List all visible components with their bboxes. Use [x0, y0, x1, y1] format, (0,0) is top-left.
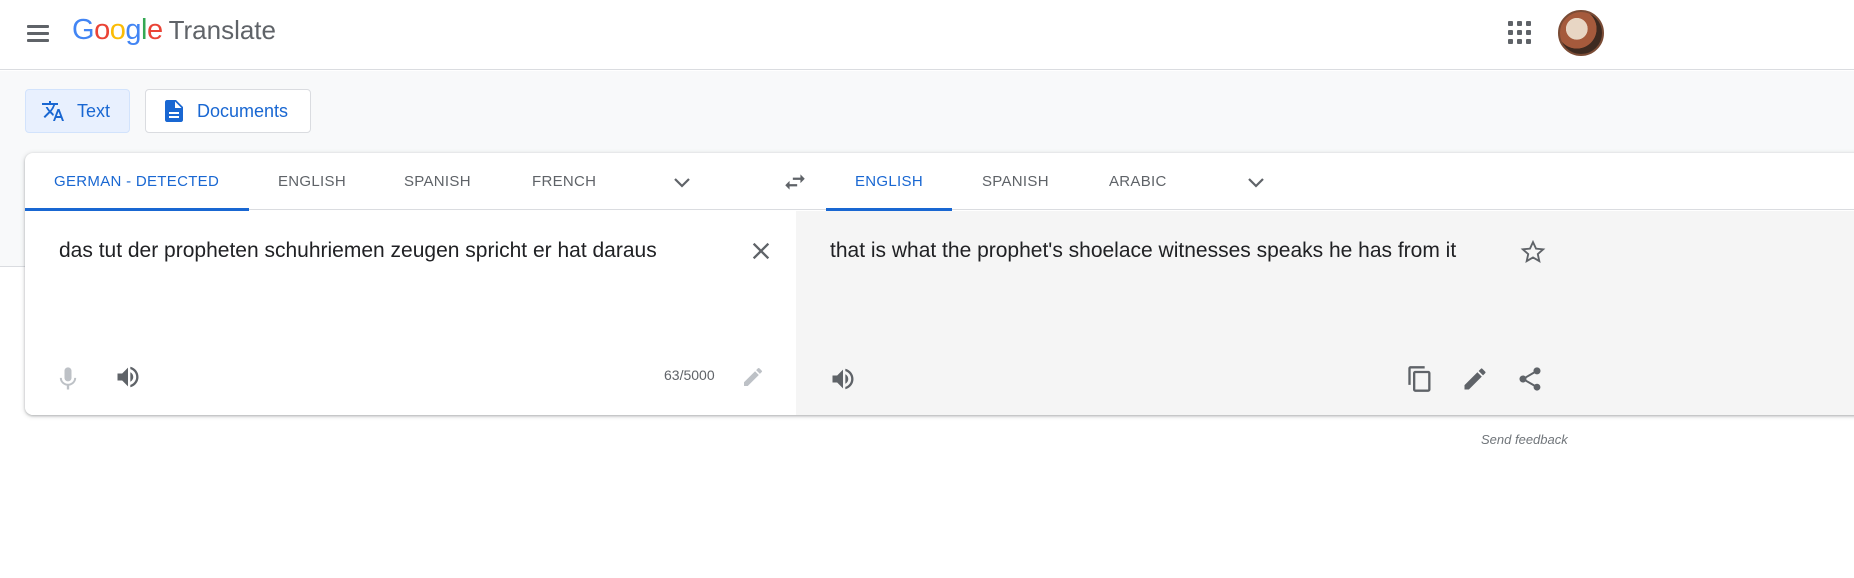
source-lang-tab-english[interactable]: ENGLISH	[278, 153, 346, 210]
documents-mode-label: Documents	[197, 100, 289, 121]
translation-output: that is what the prophet's shoelace witn…	[830, 239, 1457, 262]
top-app-bar: Google Translate	[0, 0, 1854, 70]
source-text-input[interactable]: das tut der propheten schuhriemen zeugen…	[59, 239, 657, 263]
clear-close-icon[interactable]	[747, 237, 775, 265]
target-lang-tab-arabic[interactable]: ARABIC	[1109, 153, 1167, 210]
source-lang-tab-spanish[interactable]: SPANISH	[404, 153, 471, 210]
target-more-languages-chevron-down-icon[interactable]	[1244, 170, 1268, 194]
tab-label: SPANISH	[982, 173, 1049, 190]
save-star-icon[interactable]	[1519, 238, 1547, 266]
tab-label: ARABIC	[1109, 173, 1167, 190]
document-icon	[165, 100, 183, 122]
text-mode-button[interactable]: Text	[25, 89, 130, 133]
copy-icon[interactable]	[1406, 365, 1434, 393]
menu-icon[interactable]	[22, 18, 54, 50]
product-name: Translate	[168, 15, 276, 45]
tab-label: FRENCH	[532, 173, 597, 190]
send-feedback-link[interactable]: Send feedback	[1481, 432, 1568, 447]
google-logo: Google	[72, 14, 163, 46]
text-mode-label: Text	[77, 100, 111, 121]
apps-grid-icon[interactable]	[1504, 17, 1536, 49]
source-lang-tab-german-detected[interactable]: GERMAN - DETECTED	[25, 153, 249, 211]
translation-card: GERMAN - DETECTED ENGLISH SPANISH FRENCH…	[25, 153, 1854, 415]
microphone-icon[interactable]	[54, 365, 82, 393]
translate-icon	[42, 101, 64, 121]
target-lang-tab-english[interactable]: ENGLISH	[826, 153, 952, 211]
edit-translation-pencil-icon[interactable]	[1461, 365, 1489, 393]
swap-languages-icon[interactable]	[782, 169, 808, 195]
edit-pencil-icon[interactable]	[741, 365, 765, 389]
target-lang-tab-spanish[interactable]: SPANISH	[982, 153, 1049, 210]
source-lang-tab-french[interactable]: FRENCH	[532, 153, 596, 210]
source-more-languages-chevron-down-icon[interactable]	[670, 170, 694, 194]
tab-label: ENGLISH	[855, 173, 923, 190]
brand[interactable]: Google Translate	[72, 14, 276, 47]
language-bar: GERMAN - DETECTED ENGLISH SPANISH FRENCH…	[25, 153, 1854, 211]
documents-mode-button[interactable]: Documents	[145, 89, 311, 133]
avatar[interactable]	[1558, 10, 1604, 56]
share-icon[interactable]	[1516, 365, 1544, 393]
character-count: 63/5000	[664, 367, 715, 383]
listen-speaker-icon[interactable]	[114, 363, 142, 391]
target-pane: that is what the prophet's shoelace witn…	[796, 211, 1854, 415]
source-pane: das tut der propheten schuhriemen zeugen…	[25, 211, 796, 415]
tab-label: GERMAN - DETECTED	[54, 173, 220, 190]
tab-label: ENGLISH	[278, 173, 346, 190]
listen-translation-speaker-icon[interactable]	[829, 365, 857, 393]
tab-label: SPANISH	[404, 173, 471, 190]
